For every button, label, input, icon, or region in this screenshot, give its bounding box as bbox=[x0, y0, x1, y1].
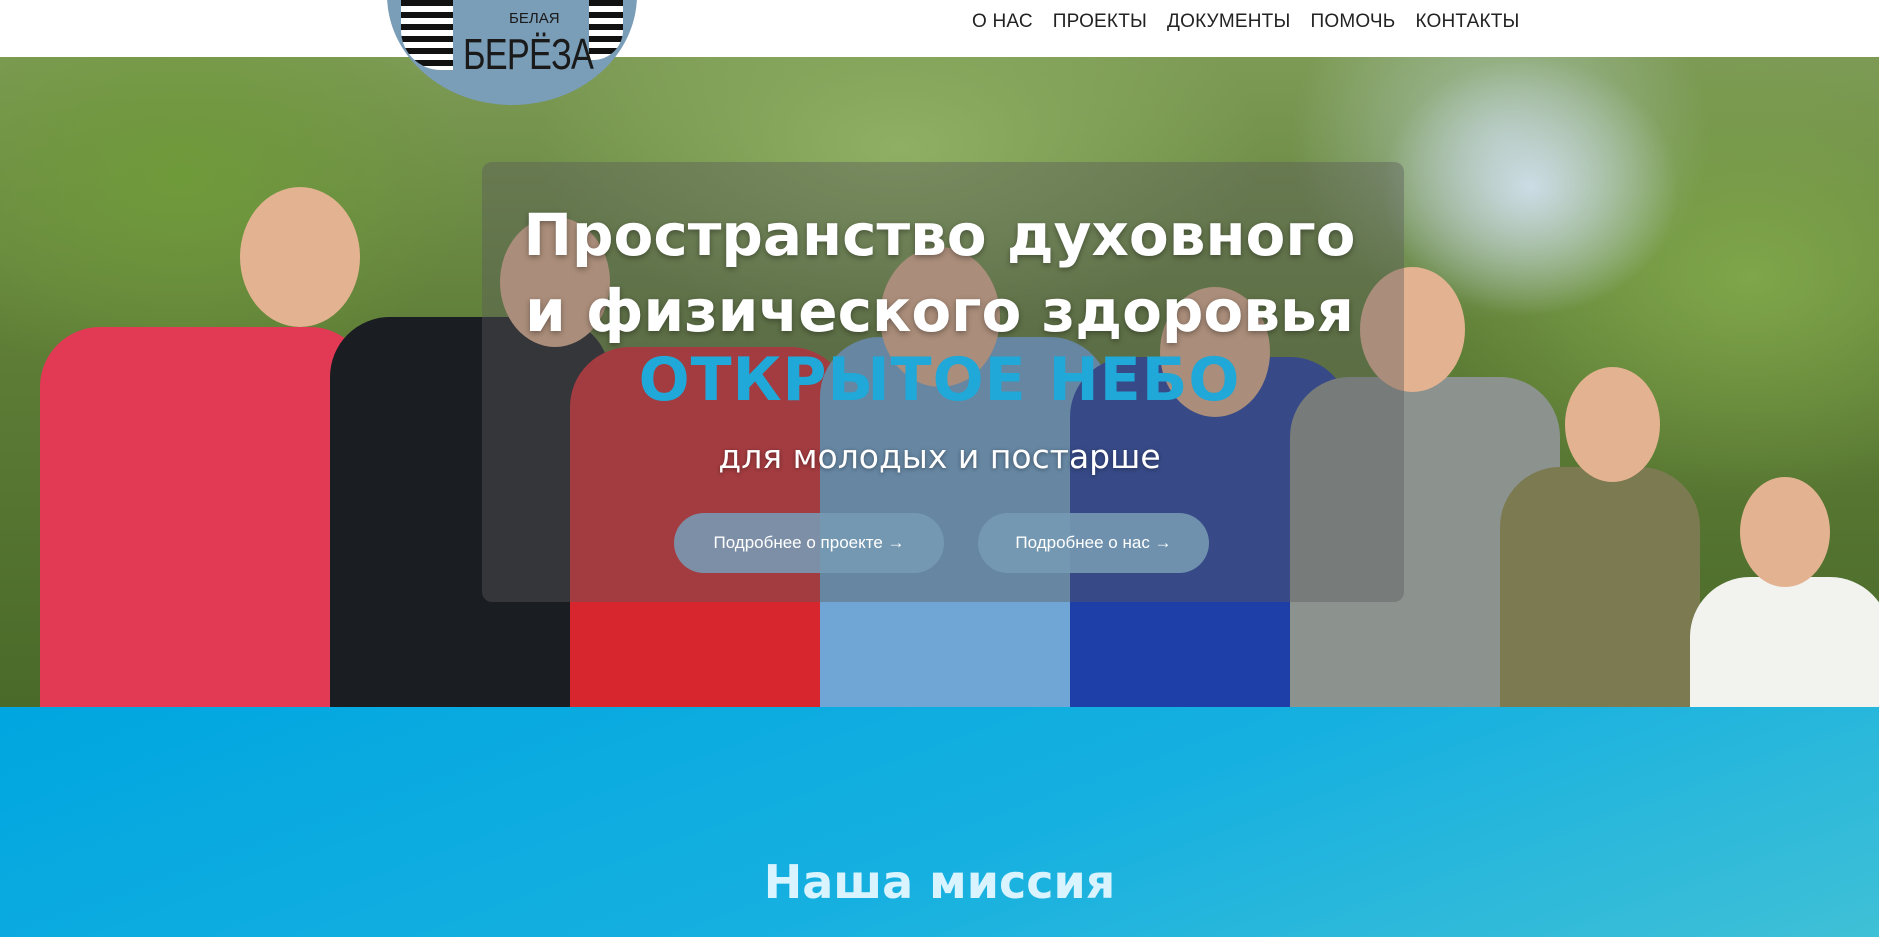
main-nav: О НАС ПРОЕКТЫ ДОКУМЕНТЫ ПОМОЧЬ КОНТАКТЫ bbox=[962, 9, 1530, 35]
mission-title: Наша миссия bbox=[763, 855, 1116, 909]
nav-item-documents[interactable]: ДОКУМЕНТЫ bbox=[1157, 9, 1300, 35]
photo-figure-head bbox=[1740, 477, 1830, 587]
hero-subtitle: для молодых и постарше bbox=[718, 437, 1161, 476]
nav-item-about[interactable]: О НАС bbox=[962, 9, 1043, 35]
hero-title: Пространство духовного и физического здо… bbox=[0, 197, 1879, 349]
more-about-us-button[interactable]: Подробнее о нас → bbox=[978, 513, 1209, 573]
logo-word-small: БЕЛАЯ bbox=[509, 10, 560, 27]
photo-figure bbox=[1500, 467, 1700, 707]
birch-stripes-right bbox=[589, 0, 623, 60]
more-about-project-button[interactable]: Подробнее о проекте → bbox=[674, 513, 944, 573]
logo-word-big: БЕРЁЗА bbox=[463, 30, 594, 79]
site-header: О НАС ПРОЕКТЫ ДОКУМЕНТЫ ПОМОЧЬ КОНТАКТЫ bbox=[0, 0, 1879, 57]
mission-section: Наша миссия bbox=[0, 707, 1879, 937]
nav-item-help[interactable]: ПОМОЧЬ bbox=[1300, 9, 1405, 35]
hero-title-line1: Пространство духовного bbox=[523, 201, 1356, 269]
nav-item-projects[interactable]: ПРОЕКТЫ bbox=[1043, 9, 1157, 35]
hero-title-line2: и физического здоровья bbox=[525, 277, 1354, 345]
hero-section: Пространство духовного и физического здо… bbox=[0, 57, 1879, 707]
nav-item-contacts[interactable]: КОНТАКТЫ bbox=[1405, 9, 1529, 35]
hero-accent-title: ОТКРЫТОЕ НЕБО bbox=[638, 345, 1241, 415]
photo-figure bbox=[1690, 577, 1879, 707]
